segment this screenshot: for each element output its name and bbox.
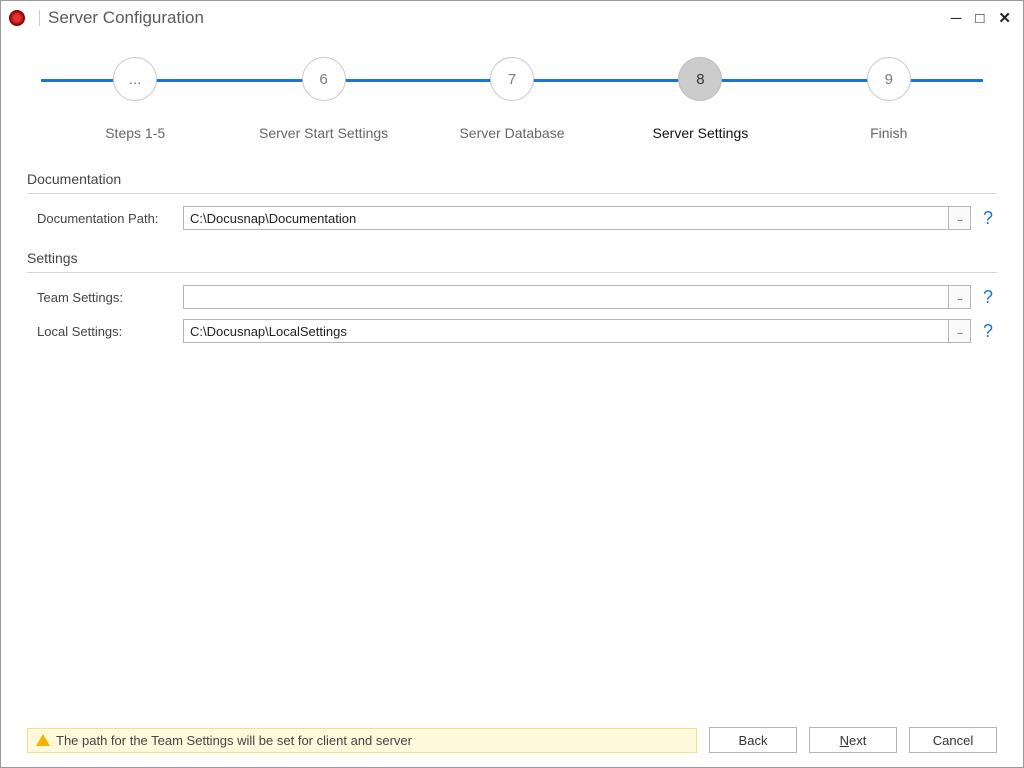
team-settings-label: Team Settings: <box>37 290 175 305</box>
app-icon <box>9 10 25 26</box>
local-settings-browse-button[interactable]: ... <box>948 320 970 342</box>
window-title: Server Configuration <box>48 8 204 28</box>
footer: The path for the Team Settings will be s… <box>1 715 1023 767</box>
stepper: ... 6 7 8 9 Steps 1-5 Server Start Setti… <box>1 57 1023 141</box>
step-node-3[interactable]: 7 <box>490 57 534 101</box>
team-settings-browse-button[interactable]: ... <box>948 286 970 308</box>
local-settings-input[interactable] <box>184 320 948 342</box>
back-button[interactable]: Back <box>709 727 797 753</box>
step-node-1[interactable]: ... <box>113 57 157 101</box>
help-icon[interactable]: ? <box>979 287 997 308</box>
step-label-3: Server Database <box>418 125 606 141</box>
next-button[interactable]: Next <box>809 727 897 753</box>
row-documentation-path: Documentation Path: ... ? <box>27 206 997 230</box>
documentation-path-browse-button[interactable]: ... <box>948 207 970 229</box>
step-node-5[interactable]: 9 <box>867 57 911 101</box>
row-team-settings: Team Settings: ... ? <box>27 285 997 309</box>
local-settings-label: Local Settings: <box>37 324 175 339</box>
step-label-2: Server Start Settings <box>229 125 417 141</box>
team-settings-input[interactable] <box>184 286 948 308</box>
cancel-button[interactable]: Cancel <box>909 727 997 753</box>
close-button[interactable]: ✕ <box>998 11 1011 26</box>
warning-icon <box>36 734 50 746</box>
title-divider <box>39 10 40 26</box>
documentation-path-input-wrap: ... <box>183 206 971 230</box>
row-local-settings: Local Settings: ... ? <box>27 319 997 343</box>
step-label-4: Server Settings <box>606 125 794 141</box>
step-node-4[interactable]: 8 <box>678 57 722 101</box>
help-icon[interactable]: ? <box>979 321 997 342</box>
status-bar: The path for the Team Settings will be s… <box>27 728 697 753</box>
title-bar: Server Configuration ─ □ ✕ <box>1 1 1023 35</box>
section-heading-settings: Settings <box>27 250 997 266</box>
documentation-path-label: Documentation Path: <box>37 211 175 226</box>
help-icon[interactable]: ? <box>979 208 997 229</box>
step-node-2[interactable]: 6 <box>302 57 346 101</box>
maximize-button[interactable]: □ <box>975 11 984 26</box>
documentation-path-input[interactable] <box>184 207 948 229</box>
minimize-button[interactable]: ─ <box>951 11 962 26</box>
section-heading-documentation: Documentation <box>27 171 997 187</box>
content-area: Documentation Documentation Path: ... ? … <box>1 141 1023 343</box>
window-controls: ─ □ ✕ <box>951 11 1015 26</box>
step-label-5: Finish <box>795 125 983 141</box>
team-settings-input-wrap: ... <box>183 285 971 309</box>
local-settings-input-wrap: ... <box>183 319 971 343</box>
section-divider <box>27 272 997 273</box>
step-label-1: Steps 1-5 <box>41 125 229 141</box>
section-divider <box>27 193 997 194</box>
status-text: The path for the Team Settings will be s… <box>56 733 412 748</box>
